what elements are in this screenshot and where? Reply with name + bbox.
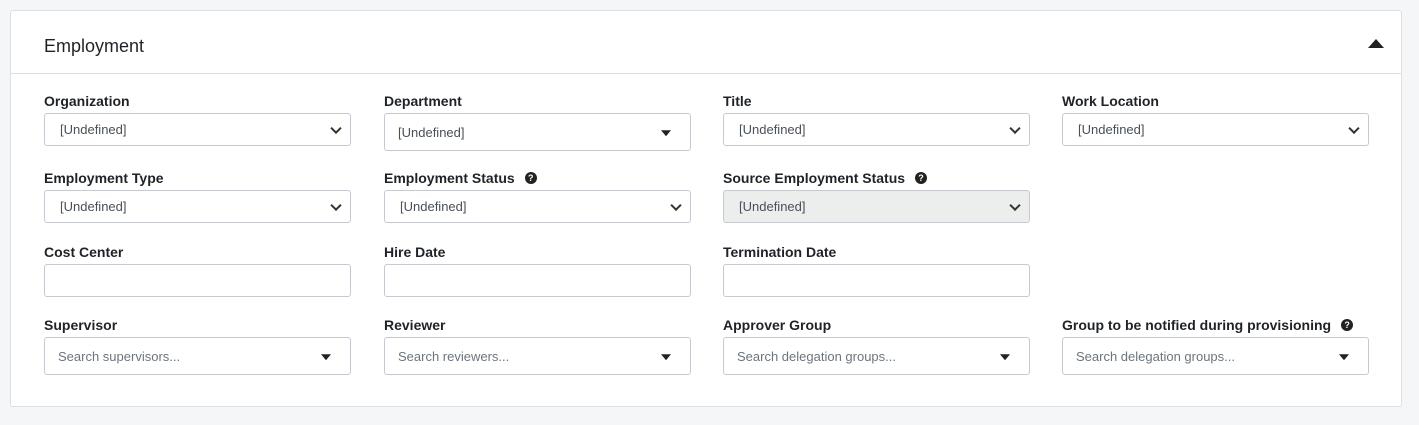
- source-employment-status-select: [Undefined]: [723, 190, 1030, 223]
- work-location-value: [Undefined]: [1078, 122, 1145, 137]
- employment-status-field: Employment Status ? [Undefined]: [384, 169, 691, 223]
- title-field: Title [Undefined]: [723, 92, 1030, 146]
- card-title: Employment: [44, 36, 145, 56]
- title-select[interactable]: [Undefined]: [723, 113, 1030, 146]
- approver-group-field: Approver Group Search delegation groups.…: [723, 316, 1030, 375]
- help-icon[interactable]: ?: [524, 172, 537, 184]
- reviewer-field: Reviewer Search reviewers...: [384, 316, 691, 375]
- chevron-down-icon: [330, 122, 342, 134]
- reviewer-search[interactable]: Search reviewers...: [384, 337, 691, 375]
- hire-date-input[interactable]: [384, 264, 691, 297]
- employment-status-value: [Undefined]: [400, 199, 467, 214]
- help-icon[interactable]: ?: [1341, 319, 1354, 331]
- title-value: [Undefined]: [739, 122, 806, 137]
- organization-label: Organization: [44, 93, 130, 109]
- title-label: Title: [723, 93, 752, 109]
- source-employment-status-field: Source Employment Status ? [Undefined]: [723, 169, 1030, 223]
- hire-date-label: Hire Date: [384, 244, 446, 260]
- supervisor-placeholder: Search supervisors...: [58, 348, 181, 364]
- dropdown-arrow-icon: [661, 130, 671, 137]
- work-location-label: Work Location: [1062, 93, 1159, 109]
- notify-group-label: Group to be notified during provisioning: [1062, 317, 1332, 333]
- approver-group-placeholder: Search delegation groups...: [737, 348, 896, 364]
- notify-group-field: Group to be notified during provisioning…: [1062, 316, 1369, 375]
- caret-up-icon: [1368, 38, 1384, 48]
- cost-center-input[interactable]: [44, 264, 351, 297]
- collapse-button[interactable]: [1367, 36, 1385, 50]
- hire-date-field: Hire Date: [384, 243, 691, 297]
- organization-field: Organization [Undefined]: [44, 92, 351, 146]
- reviewer-placeholder: Search reviewers...: [398, 348, 510, 364]
- source-employment-status-label: Source Employment Status: [723, 170, 906, 186]
- chevron-down-icon: [670, 199, 682, 211]
- reviewer-label: Reviewer: [384, 317, 446, 333]
- chevron-down-icon: [1009, 199, 1021, 211]
- card-header: Employment: [11, 11, 1401, 74]
- approver-group-search[interactable]: Search delegation groups...: [723, 337, 1030, 375]
- chevron-down-icon: [1348, 122, 1360, 134]
- employment-type-value: [Undefined]: [60, 199, 127, 214]
- dropdown-arrow-icon: [1000, 354, 1010, 361]
- termination-date-label: Termination Date: [723, 244, 837, 260]
- employment-type-label: Employment Type: [44, 170, 164, 186]
- chevron-down-icon: [1009, 122, 1021, 134]
- organization-select[interactable]: [Undefined]: [44, 113, 351, 146]
- department-label: Department: [384, 93, 462, 109]
- chevron-down-icon: [330, 199, 342, 211]
- notify-group-search[interactable]: Search delegation groups...: [1062, 337, 1369, 375]
- employment-type-select[interactable]: [Undefined]: [44, 190, 351, 223]
- organization-value: [Undefined]: [60, 122, 127, 137]
- department-select[interactable]: [Undefined]: [384, 113, 691, 151]
- supervisor-field: Supervisor Search supervisors...: [44, 316, 351, 375]
- work-location-field: Work Location [Undefined]: [1062, 92, 1369, 146]
- approver-group-label: Approver Group: [723, 317, 832, 333]
- termination-date-field: Termination Date: [723, 243, 1030, 297]
- source-employment-status-value: [Undefined]: [739, 199, 806, 214]
- employment-status-select[interactable]: [Undefined]: [384, 190, 691, 223]
- dropdown-arrow-icon: [1339, 354, 1349, 361]
- supervisor-search[interactable]: Search supervisors...: [44, 337, 351, 375]
- cost-center-field: Cost Center: [44, 243, 351, 297]
- termination-date-input[interactable]: [723, 264, 1030, 297]
- dropdown-arrow-icon: [661, 354, 671, 361]
- department-value: [Undefined]: [398, 124, 465, 140]
- employment-type-field: Employment Type [Undefined]: [44, 169, 351, 223]
- department-field: Department [Undefined]: [384, 92, 691, 151]
- cost-center-label: Cost Center: [44, 244, 124, 260]
- employment-card: Employment Organization [Undefined] Depa…: [10, 10, 1402, 407]
- help-icon[interactable]: ?: [915, 172, 928, 184]
- dropdown-arrow-icon: [321, 354, 331, 361]
- notify-group-placeholder: Search delegation groups...: [1076, 348, 1235, 364]
- supervisor-label: Supervisor: [44, 317, 118, 333]
- work-location-select[interactable]: [Undefined]: [1062, 113, 1369, 146]
- employment-status-label: Employment Status: [384, 170, 515, 186]
